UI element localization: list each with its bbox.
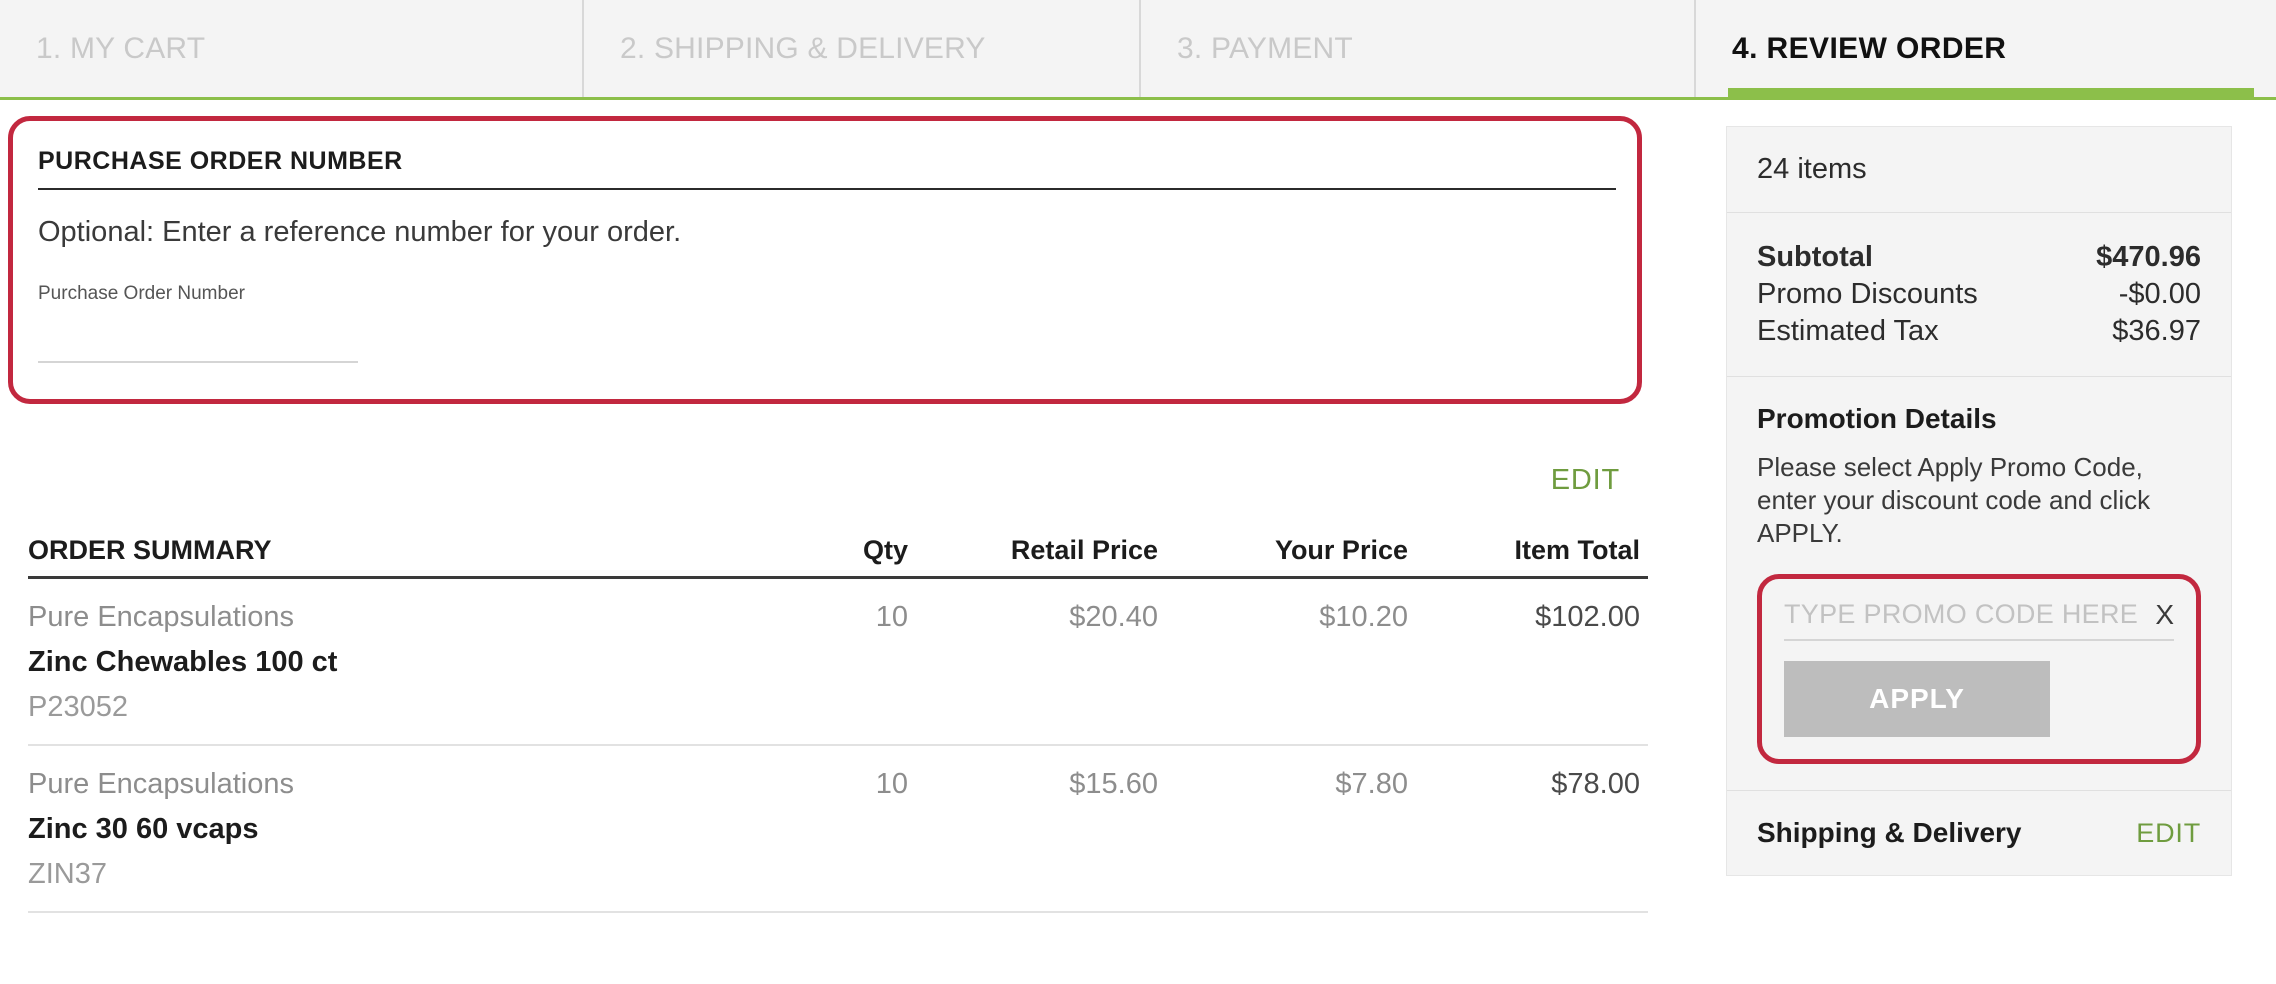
promo-code-input-row: X	[1784, 599, 2174, 641]
purchase-order-field-label: Purchase Order Number	[38, 283, 245, 304]
totals-row-estimated-tax: Estimated Tax $36.97	[1757, 313, 2201, 350]
items-count-section: 24 items	[1727, 127, 2231, 213]
column-header-order-summary: ORDER SUMMARY	[28, 535, 272, 565]
column-header-item-total: Item Total	[1514, 535, 1640, 565]
product-item-total: $102.00	[1535, 601, 1640, 633]
items-count-label: 24 items	[1757, 153, 1867, 185]
column-header-retail-price: Retail Price	[1010, 535, 1158, 565]
edit-order-summary-link[interactable]: EDIT	[1551, 464, 1620, 497]
tab-my-cart-label: 1. MY CART	[36, 31, 206, 65]
product-brand: Pure Encapsulations	[28, 768, 294, 800]
promo-code-highlight-box: X APPLY	[1757, 573, 2201, 764]
product-qty: 10	[875, 601, 908, 633]
totals-section: Subtotal $470.96 Promo Discounts -$0.00 …	[1727, 213, 2231, 378]
totals-row-promo-discounts: Promo Discounts -$0.00	[1757, 276, 2201, 313]
main-content: PURCHASE ORDER NUMBER Optional: Enter a …	[0, 100, 1700, 913]
product-retail-price: $20.40	[1069, 601, 1158, 633]
shipping-delivery-row: Shipping & Delivery EDIT	[1757, 817, 2201, 849]
promo-discounts-value: -$0.00	[2118, 278, 2201, 311]
order-summary-header-row: ORDER SUMMARY Qty Retail Price Your Pric…	[28, 535, 1648, 579]
product-your-price: $10.20	[1319, 601, 1408, 633]
checkout-step-tabs: 1. MY CART 2. SHIPPING & DELIVERY 3. PAY…	[0, 0, 2276, 100]
promotion-details-description: Please select Apply Promo Code, enter yo…	[1757, 452, 2151, 548]
shipping-delivery-title: Shipping & Delivery	[1757, 816, 2022, 848]
purchase-order-number-input[interactable]	[38, 341, 358, 363]
tab-shipping-delivery-label: 2. SHIPPING & DELIVERY	[620, 31, 986, 65]
purchase-order-description: Optional: Enter a reference number for y…	[38, 216, 682, 248]
product-cell: Pure Encapsulations Zinc Chewables 100 c…	[28, 601, 738, 724]
tab-my-cart[interactable]: 1. MY CART	[0, 0, 584, 97]
product-your-price: $7.80	[1335, 768, 1408, 800]
column-header-your-price: Your Price	[1274, 535, 1408, 565]
tab-payment-label: 3. PAYMENT	[1177, 31, 1353, 65]
promo-discounts-label: Promo Discounts	[1757, 278, 1978, 311]
promotion-details-title: Promotion Details	[1757, 403, 1997, 435]
close-icon[interactable]: X	[2141, 599, 2174, 631]
tab-payment[interactable]: 3. PAYMENT	[1141, 0, 1696, 97]
subtotal-label: Subtotal	[1757, 241, 1873, 273]
promo-code-input[interactable]	[1784, 599, 2142, 631]
purchase-order-field-group: Purchase Order Number	[38, 283, 1607, 363]
product-qty: 10	[875, 768, 908, 800]
product-sku: P23052	[28, 691, 128, 723]
product-name[interactable]: Zinc 30 60 vcaps	[28, 813, 738, 846]
table-row: Pure Encapsulations Zinc 30 60 vcaps ZIN…	[28, 746, 1648, 913]
tab-review-order[interactable]: 4. REVIEW ORDER	[1696, 0, 2276, 100]
order-totals-sidebar: 24 items Subtotal $470.96 Promo Discount…	[1700, 100, 2276, 876]
apply-promo-button[interactable]: APPLY	[1784, 660, 2050, 737]
purchase-order-number-card: PURCHASE ORDER NUMBER Optional: Enter a …	[8, 116, 1642, 404]
purchase-order-title: PURCHASE ORDER NUMBER	[38, 147, 1616, 190]
tab-shipping-delivery[interactable]: 2. SHIPPING & DELIVERY	[584, 0, 1141, 97]
product-retail-price: $15.60	[1069, 768, 1158, 800]
checkout-body: PURCHASE ORDER NUMBER Optional: Enter a …	[0, 100, 2276, 913]
order-summary-edit-row: EDIT	[8, 464, 1642, 497]
product-brand: Pure Encapsulations	[28, 601, 294, 633]
order-summary-table: ORDER SUMMARY Qty Retail Price Your Pric…	[28, 535, 1648, 913]
product-name[interactable]: Zinc Chewables 100 ct	[28, 646, 738, 679]
product-cell: Pure Encapsulations Zinc 30 60 vcaps ZIN…	[28, 768, 738, 891]
active-tab-indicator	[1728, 88, 2254, 100]
subtotal-value: $470.96	[2096, 241, 2201, 273]
table-row: Pure Encapsulations Zinc Chewables 100 c…	[28, 579, 1648, 746]
shipping-delivery-section: Shipping & Delivery EDIT	[1727, 791, 2231, 875]
product-item-total: $78.00	[1551, 768, 1640, 800]
edit-shipping-link[interactable]: EDIT	[2136, 818, 2201, 849]
column-header-qty: Qty	[862, 535, 908, 565]
tab-review-order-label: 4. REVIEW ORDER	[1732, 31, 2007, 65]
totals-row-subtotal: Subtotal $470.96	[1757, 239, 2201, 276]
product-sku: ZIN37	[28, 858, 107, 890]
estimated-tax-value: $36.97	[2112, 315, 2201, 348]
order-totals-card: 24 items Subtotal $470.96 Promo Discount…	[1726, 126, 2232, 876]
estimated-tax-label: Estimated Tax	[1757, 315, 1939, 348]
promotion-details-section: Promotion Details Please select Apply Pr…	[1727, 377, 2231, 791]
